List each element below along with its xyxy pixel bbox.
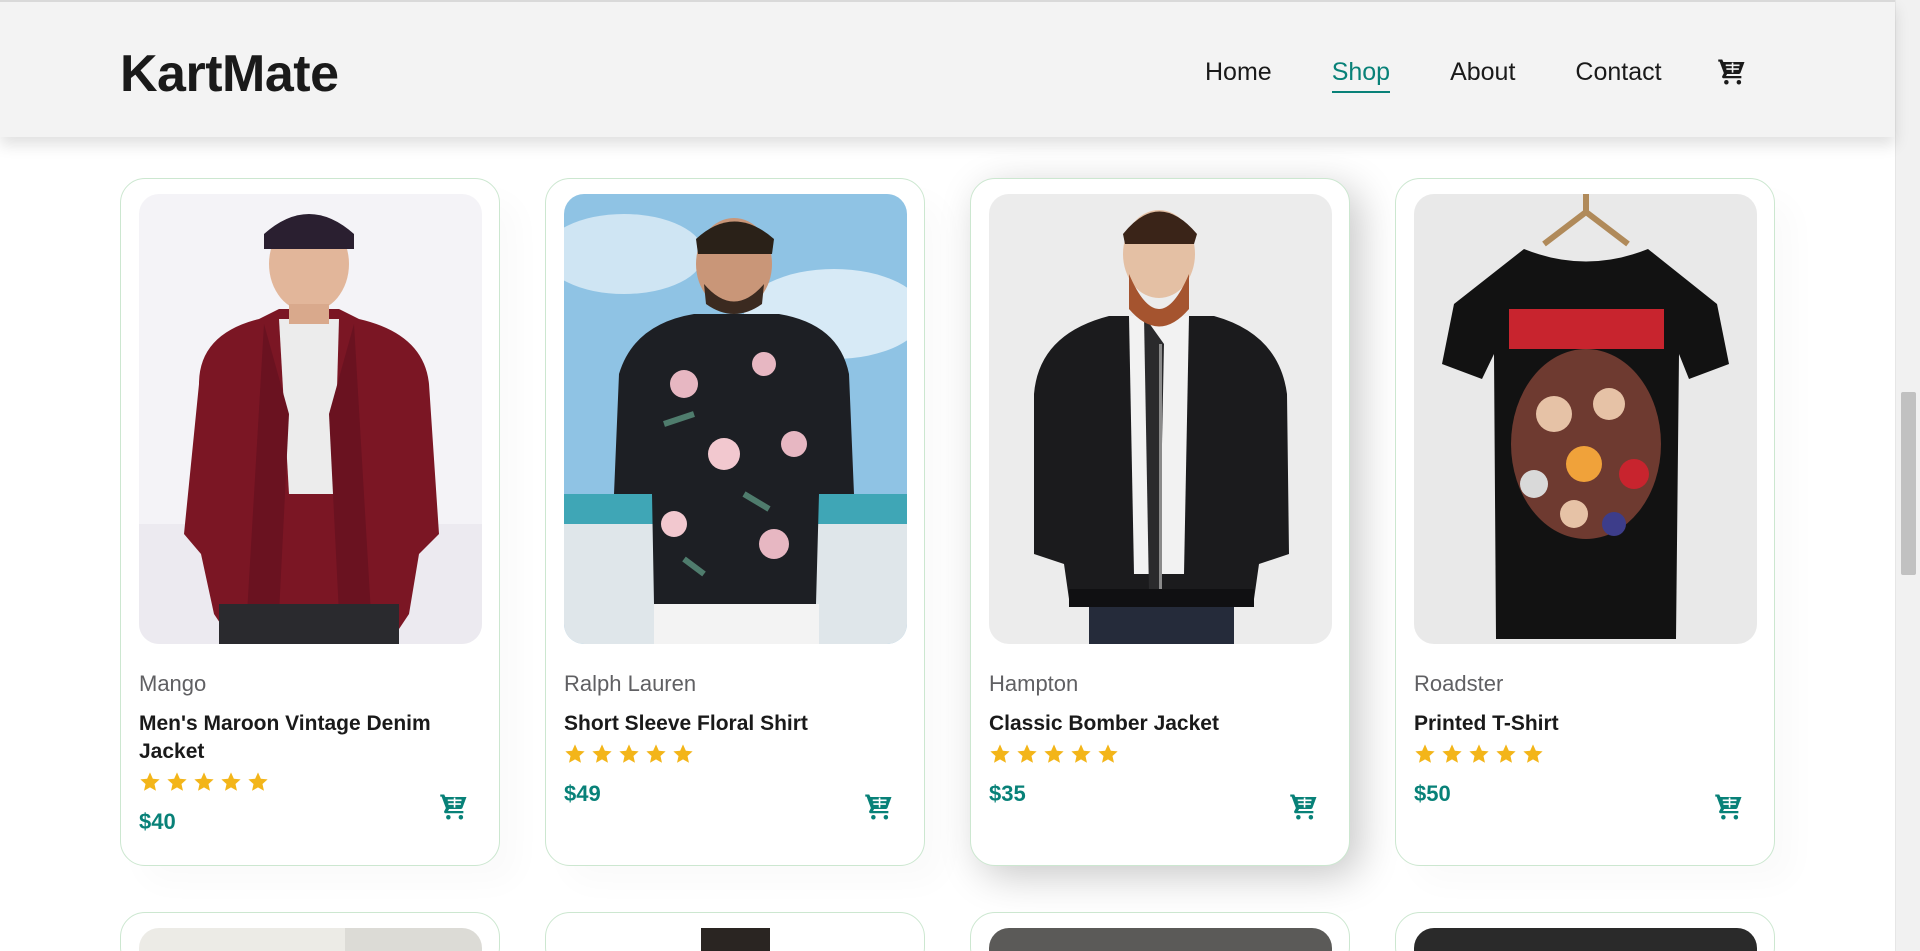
star-icon	[619, 744, 639, 763]
floral-shirt-photo	[564, 194, 907, 644]
product-brand: Roadster	[1414, 671, 1504, 696]
add-to-cart-icon[interactable]	[439, 792, 469, 822]
star-icon	[646, 744, 666, 763]
product-image	[1414, 194, 1757, 644]
product-card[interactable]: Ralph Lauren Short Sleeve Floral Shirt $…	[545, 178, 925, 866]
star-icon	[673, 744, 693, 763]
nav-shop[interactable]: Shop	[1331, 57, 1391, 93]
rating-stars	[989, 743, 1119, 765]
product-card[interactable]	[545, 912, 925, 951]
add-to-cart-icon[interactable]	[864, 792, 894, 822]
product-image	[564, 194, 907, 644]
product-card[interactable]: Roadster Printed T-Shirt $50	[1395, 178, 1775, 866]
star-icon	[1071, 744, 1091, 763]
site-header: KartMate Home Shop About Contact	[0, 0, 1895, 137]
nav-home[interactable]: Home	[1205, 57, 1272, 87]
star-icon	[1044, 744, 1064, 763]
product-brand: Mango	[139, 671, 207, 696]
product-card[interactable]	[1395, 912, 1775, 951]
nav-about[interactable]: About	[1450, 57, 1515, 87]
logo[interactable]: KartMate	[120, 44, 339, 104]
rating-stars	[139, 771, 269, 793]
product-brand: Ralph Lauren	[564, 671, 697, 696]
rating-stars	[564, 743, 694, 765]
printed-tshirt-photo	[1414, 194, 1757, 644]
star-icon	[990, 744, 1010, 763]
scrollbar-thumb[interactable]	[1901, 392, 1916, 575]
product-card[interactable]	[970, 912, 1350, 951]
star-icon	[592, 744, 612, 763]
cart-icon[interactable]	[1717, 57, 1747, 87]
main-nav: Home Shop About Contact	[1205, 57, 1747, 93]
product-image	[989, 928, 1332, 951]
product-image	[989, 194, 1332, 644]
rating-stars	[1414, 743, 1544, 765]
product-price: $40	[139, 809, 176, 834]
product-card[interactable]	[120, 912, 500, 951]
star-icon	[565, 744, 585, 763]
add-to-cart-icon[interactable]	[1289, 792, 1319, 822]
star-icon	[1442, 744, 1462, 763]
star-icon	[194, 772, 214, 791]
product-image	[564, 928, 907, 951]
star-icon	[248, 772, 268, 791]
product-name: Classic Bomber Jacket	[989, 712, 1219, 735]
star-icon	[140, 772, 160, 791]
star-icon	[1098, 744, 1118, 763]
product-image	[139, 194, 482, 644]
star-icon	[1496, 744, 1516, 763]
product-brand: Hampton	[989, 671, 1079, 696]
product-name: Printed T-Shirt	[1414, 712, 1559, 735]
star-icon	[1415, 744, 1435, 763]
bomber-jacket-photo	[989, 194, 1332, 644]
product-price: $50	[1414, 781, 1451, 806]
product-name: Short Sleeve Floral Shirt	[564, 712, 808, 735]
product-image	[139, 928, 482, 951]
star-icon	[167, 772, 187, 791]
maroon-denim-jacket-photo	[139, 194, 482, 644]
product-card[interactable]: Mango Men's Maroon Vintage Denim Jacket …	[120, 178, 500, 866]
product-image	[1414, 928, 1757, 951]
star-icon	[1523, 744, 1543, 763]
product-name: Men's Maroon Vintage Denim Jacket	[139, 712, 431, 763]
add-to-cart-icon[interactable]	[1714, 792, 1744, 822]
product-card[interactable]: Hampton Classic Bomber Jacket $35	[970, 178, 1350, 866]
nav-contact[interactable]: Contact	[1575, 57, 1661, 87]
star-icon	[1469, 744, 1489, 763]
star-icon	[1017, 744, 1037, 763]
product-price: $35	[989, 781, 1026, 806]
page-scrollbar[interactable]	[1895, 0, 1920, 951]
star-icon	[221, 772, 241, 791]
product-price: $49	[564, 781, 601, 806]
